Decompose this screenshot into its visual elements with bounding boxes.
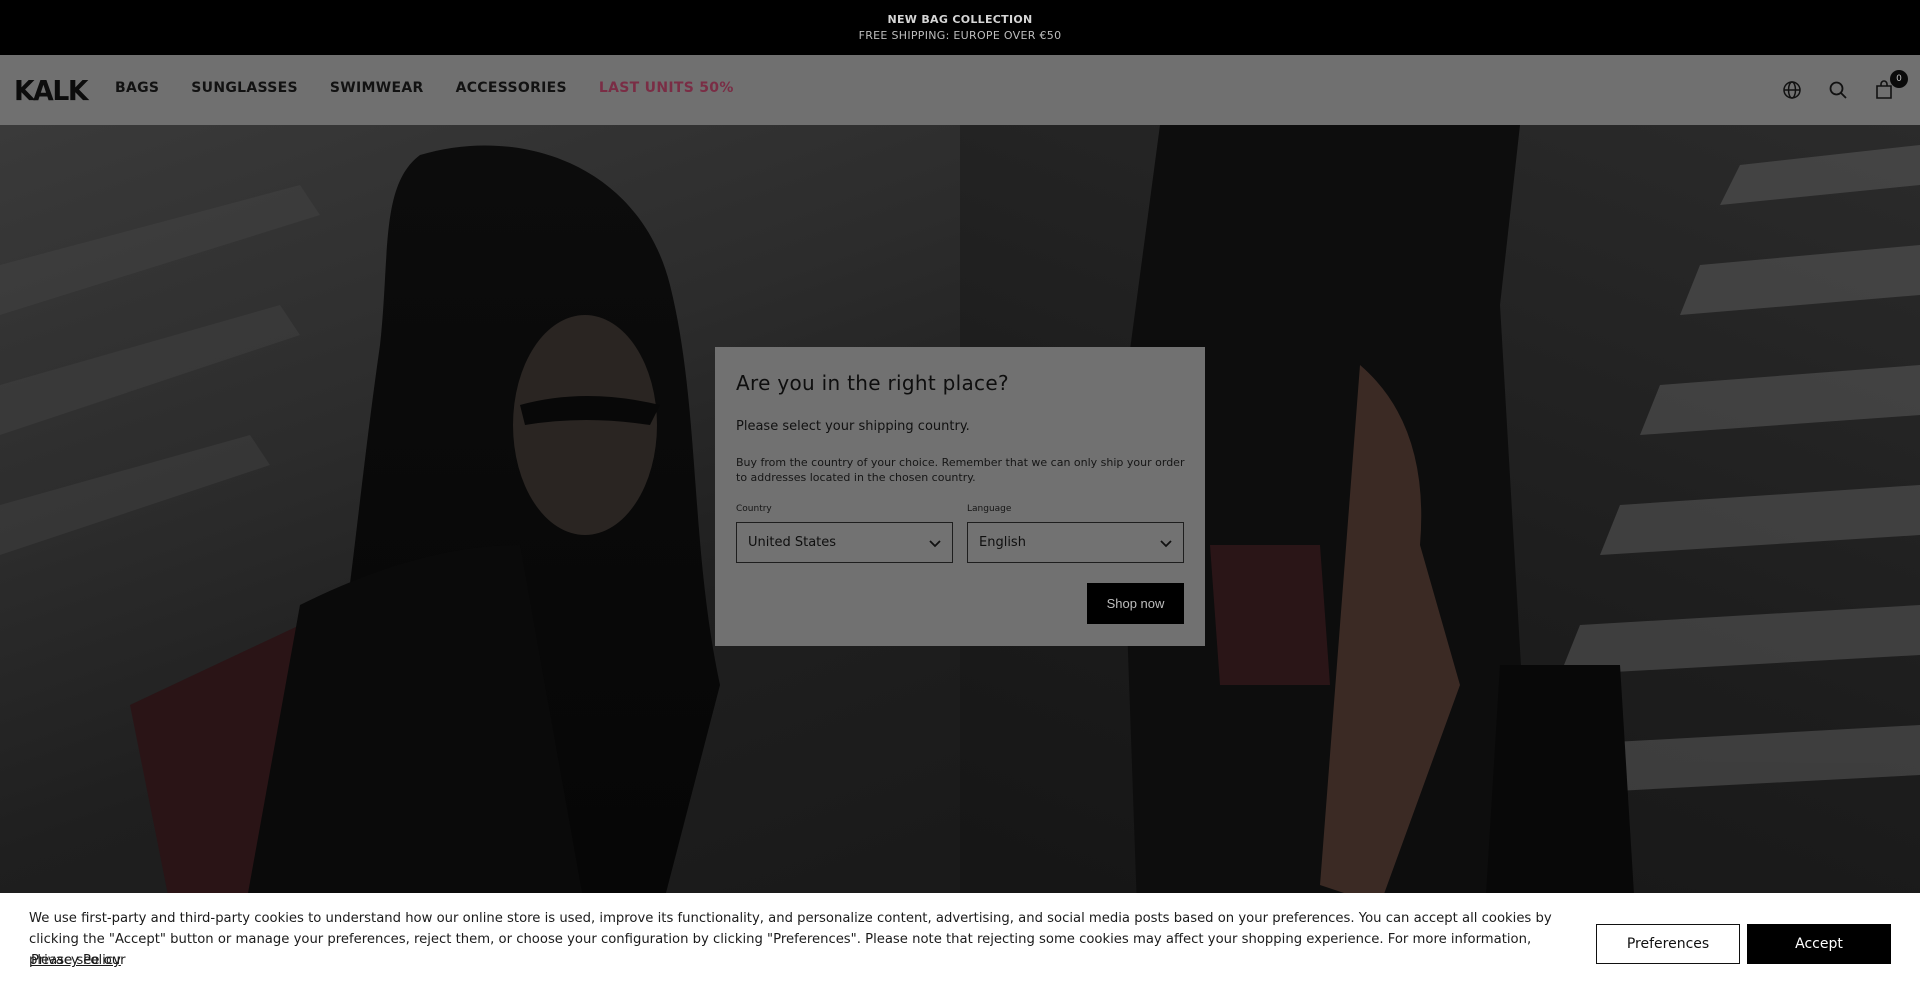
nav-item-bags[interactable]: BAGS [115,80,159,96]
modal-note: Buy from the country of your choice. Rem… [736,456,1185,484]
nav-item-accessories[interactable]: ACCESSORIES [456,80,567,96]
modal-title: Are you in the right place? [736,371,1009,395]
country-select-value: United States [748,535,837,550]
nav-item-last-units[interactable]: LAST UNITS 50% [599,80,734,96]
announcement-bar: NEW BAG COLLECTION FREE SHIPPING: EUROPE… [0,0,1920,55]
shipping-country-modal: Are you in the right place? Please selec… [715,347,1205,646]
search-icon[interactable] [1826,78,1850,102]
country-select[interactable]: United States [736,522,953,563]
accept-button[interactable]: Accept [1747,924,1891,964]
language-select-value: English [979,535,1026,550]
country-label: Country [736,504,772,514]
cart-icon[interactable]: 0 [1872,70,1908,102]
main-nav: BAGS SUNGLASSES SWIMWEAR ACCESSORIES LAS… [115,80,766,96]
announcement-line-1: NEW BAG COLLECTION [887,13,1033,26]
chevron-down-icon [929,540,941,548]
cookie-text: We use first-party and third-party cooki… [29,911,1552,968]
language-label: Language [967,504,1012,514]
preferences-button[interactable]: Preferences [1596,924,1740,964]
cookie-banner: We use first-party and third-party cooki… [0,893,1920,993]
language-select[interactable]: English [967,522,1184,563]
globe-icon[interactable] [1780,78,1804,102]
modal-subtitle: Please select your shipping country. [736,419,970,434]
nav-item-swimwear[interactable]: SWIMWEAR [330,80,424,96]
nav-item-sunglasses[interactable]: SUNGLASSES [191,80,298,96]
announcement-line-2: FREE SHIPPING: EUROPE OVER €50 [858,29,1062,42]
logo[interactable]: KALK [14,74,88,107]
cart-count-badge: 0 [1890,70,1908,88]
header-icons: 0 [1780,70,1908,102]
privacy-policy-link[interactable]: Privacy Policy [31,953,121,968]
shop-now-button[interactable]: Shop now [1087,583,1184,624]
chevron-down-icon [1160,540,1172,548]
site-header: KALK BAGS SUNGLASSES SWIMWEAR ACCESSORIE… [0,55,1920,125]
